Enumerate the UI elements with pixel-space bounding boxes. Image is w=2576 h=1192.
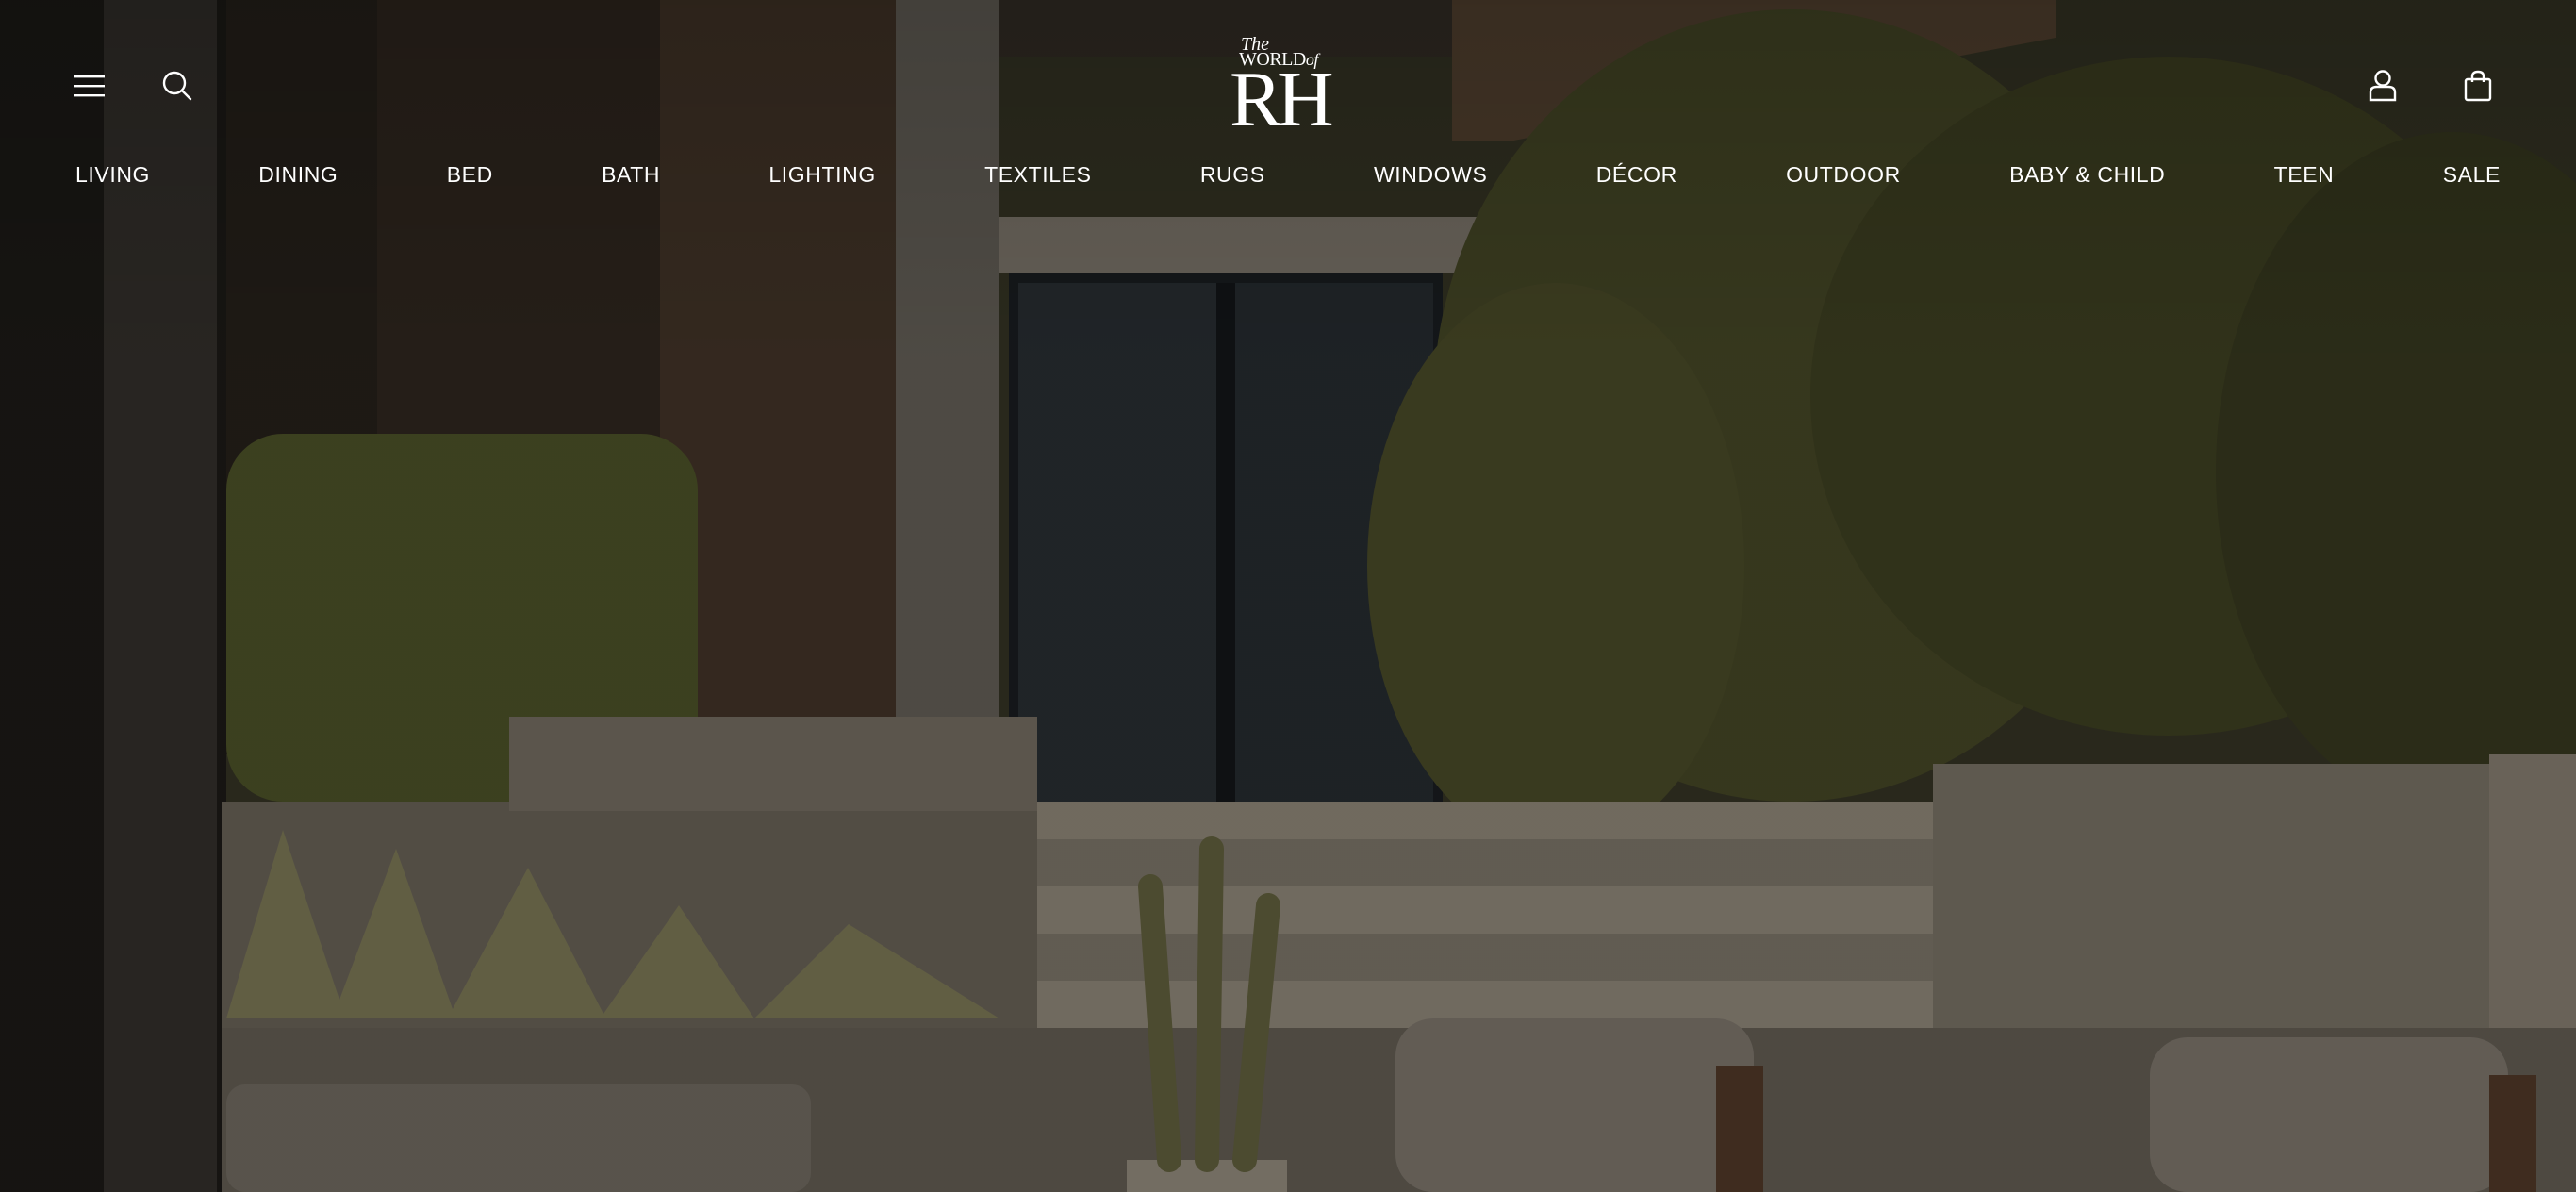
nav-item-teen[interactable]: TEEN (2274, 162, 2335, 188)
nav-item-rugs[interactable]: RUGS (1200, 162, 1265, 188)
account-button[interactable] (2356, 59, 2409, 112)
nav-item-baby-child[interactable]: BABY & CHILD (2009, 162, 2165, 188)
nav-item-bed[interactable]: BED (447, 162, 493, 188)
shopping-bag-icon (2464, 70, 2492, 102)
nav-item-dining[interactable]: DINING (258, 162, 338, 188)
main-navigation: LIVING DINING BED BATH LIGHTING TEXTILES… (75, 156, 2501, 193)
nav-item-outdoor[interactable]: OUTDOOR (1786, 162, 1901, 188)
nav-item-living[interactable]: LIVING (75, 162, 150, 188)
search-button[interactable] (151, 59, 204, 112)
nav-item-bath[interactable]: BATH (602, 162, 660, 188)
hamburger-menu-icon (74, 73, 106, 99)
site-header: The WORLDof RH LIVING DINING BED BATH LI… (0, 0, 2576, 207)
nav-item-decor[interactable]: DÉCOR (1596, 162, 1677, 188)
rh-logo[interactable]: The WORLDof RH (1226, 34, 1350, 143)
search-icon (161, 70, 193, 102)
cart-button[interactable] (2452, 59, 2504, 112)
user-icon (2369, 70, 2397, 102)
logo-rh-mark: RH (1230, 56, 1334, 143)
nav-item-sale[interactable]: SALE (2443, 162, 2501, 188)
nav-item-textiles[interactable]: TEXTILES (984, 162, 1091, 188)
menu-button[interactable] (63, 59, 116, 112)
nav-item-windows[interactable]: WINDOWS (1374, 162, 1487, 188)
nav-item-lighting[interactable]: LIGHTING (768, 162, 875, 188)
